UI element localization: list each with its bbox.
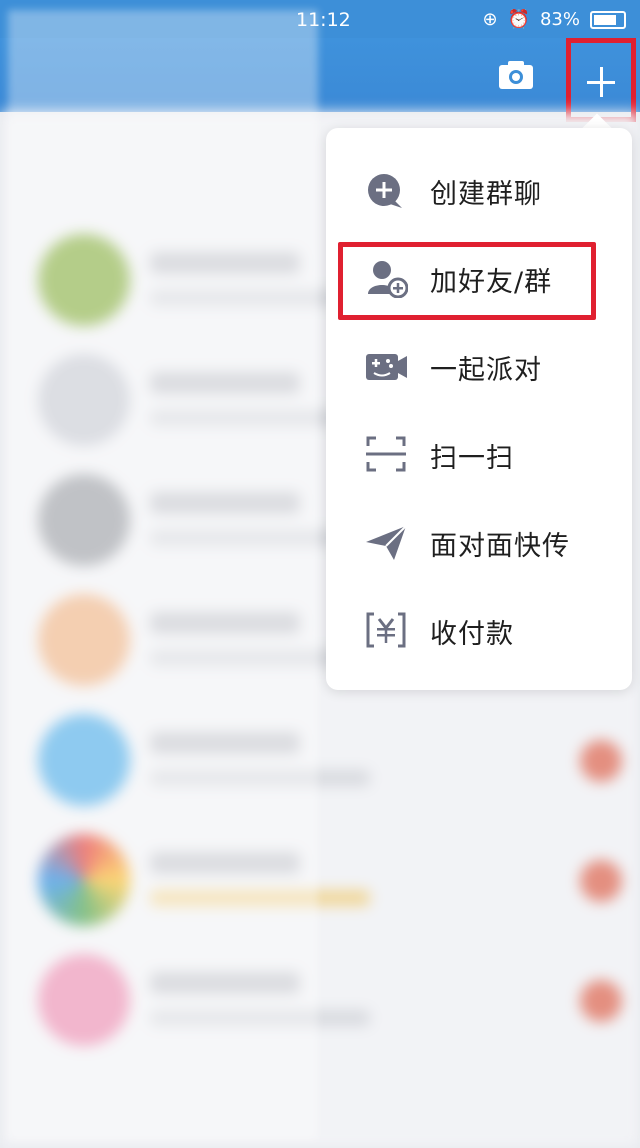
menu-item-label: 创建群聊	[430, 179, 542, 210]
menu-item-label: 扫一扫	[430, 443, 514, 474]
rotation-lock-icon: ⊕	[482, 9, 498, 30]
unread-badge	[580, 740, 622, 782]
status-indicators: ⊕ ⏰ 83%	[482, 9, 626, 30]
menu-item-create-group-chat[interactable]: 创建群聊	[326, 146, 632, 234]
create-group-chat-icon	[368, 174, 402, 208]
menu-item-payment[interactable]: 收付款	[326, 586, 632, 674]
unread-badge	[580, 980, 622, 1022]
camera-icon	[499, 61, 533, 89]
menu-item-face-to-face-transfer[interactable]: 面对面快传	[326, 498, 632, 586]
menu-item-label: 面对面快传	[430, 531, 570, 562]
add-button[interactable]	[566, 38, 636, 122]
scan-icon	[366, 436, 406, 472]
party-game-icon	[366, 354, 407, 380]
highlight-box	[338, 242, 596, 320]
menu-item-scan[interactable]: 扫一扫	[326, 410, 632, 498]
battery-percent: 83%	[539, 9, 580, 30]
menu-item-label: 收付款	[430, 619, 514, 650]
add-menu-popup: 创建群聊 加好友/群 一起派对 扫一扫 面对面快传 收付款	[326, 128, 632, 690]
payment-icon	[366, 612, 406, 648]
camera-button[interactable]	[494, 56, 538, 96]
alarm-icon: ⏰	[507, 9, 530, 30]
face-to-face-transfer-icon	[366, 525, 407, 560]
unread-badge	[580, 860, 622, 902]
menu-item-label: 一起派对	[430, 355, 542, 386]
battery-icon	[590, 10, 626, 29]
menu-item-party[interactable]: 一起派对	[326, 322, 632, 410]
